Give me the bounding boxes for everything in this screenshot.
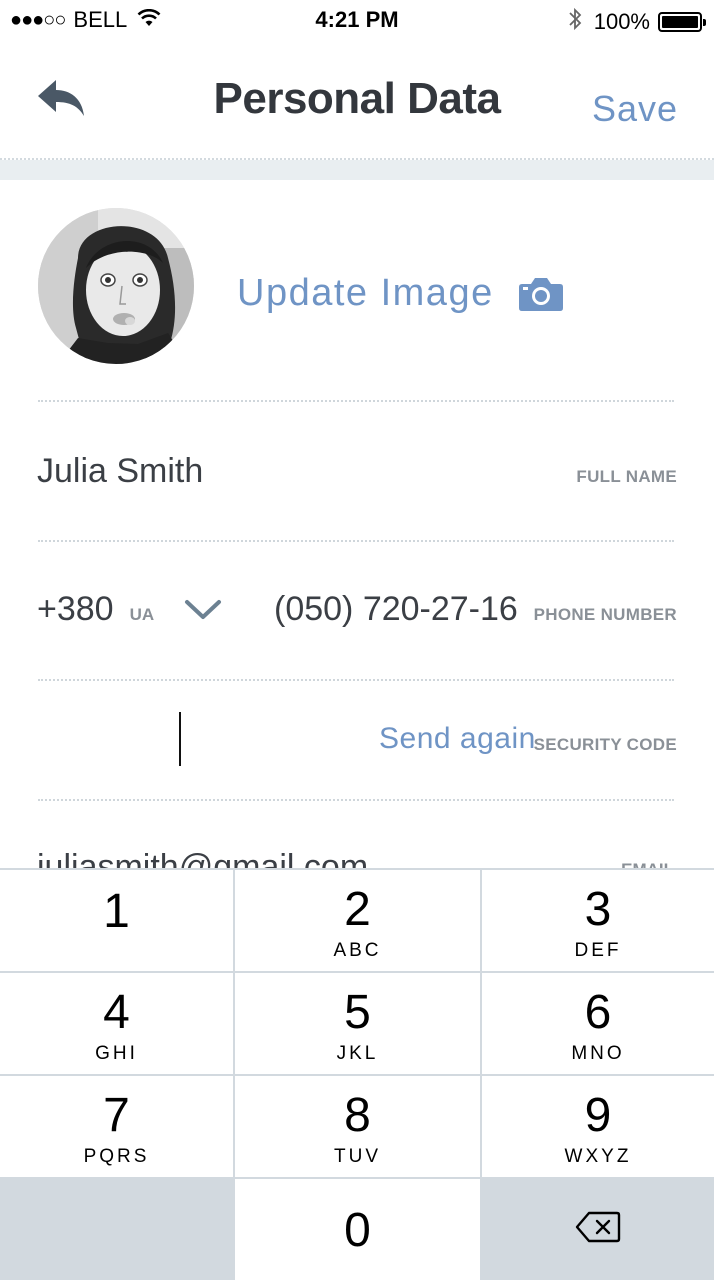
key-4-letters: GHI xyxy=(95,1043,138,1064)
key-3-digit: 3 xyxy=(584,883,612,936)
carrier-name: BELL xyxy=(73,7,128,32)
backspace-icon xyxy=(575,1211,621,1248)
full-name-label: FULL NAME xyxy=(576,467,677,486)
numeric-keypad: 1 2 ABC 3 DEF 4 GHI 5 JKL 6 MNO 7 PQRS 8… xyxy=(0,868,714,1280)
country-iso: UA xyxy=(129,605,155,624)
update-image-button[interactable]: Update Image xyxy=(237,272,564,315)
key-9-digit: 9 xyxy=(584,1089,612,1142)
key-7-digit: 7 xyxy=(103,1089,130,1142)
key-3-letters: DEF xyxy=(574,940,622,961)
back-arrow-icon[interactable] xyxy=(34,78,90,124)
key-1[interactable]: 1 xyxy=(0,870,233,971)
status-bar: ●●●○○ BELL 4:21 PM 100% xyxy=(0,0,714,40)
carrier-info: ●●●○○ BELL xyxy=(10,7,161,33)
status-right: 100% xyxy=(568,7,706,37)
key-2-digit: 2 xyxy=(344,883,371,936)
key-8-letters: TUV xyxy=(334,1146,381,1167)
avatar[interactable] xyxy=(38,208,194,364)
country-code-selector[interactable]: +380 UA xyxy=(37,590,154,629)
key-0-digit: 0 xyxy=(344,1204,371,1257)
bluetooth-icon xyxy=(568,7,582,37)
send-again-link[interactable]: Send again xyxy=(379,722,536,756)
key-5-letters: JKL xyxy=(336,1043,379,1064)
navigation-bar: Personal Data Save xyxy=(0,40,714,160)
security-code-input[interactable] xyxy=(38,700,358,780)
delete-key[interactable] xyxy=(482,1179,714,1280)
chevron-down-icon[interactable] xyxy=(184,598,222,622)
key-4-digit: 4 xyxy=(103,986,130,1039)
key-5-digit: 5 xyxy=(344,986,371,1039)
divider xyxy=(38,799,674,801)
update-image-label: Update Image xyxy=(237,272,494,314)
divider xyxy=(38,679,674,681)
keypad-blank-key xyxy=(0,1179,233,1280)
security-code-label: SECURITY CODE xyxy=(533,735,677,754)
phone-number-label: PHONE NUMBER xyxy=(533,605,677,624)
battery-icon xyxy=(658,12,706,32)
key-9[interactable]: 9 WXYZ xyxy=(482,1076,714,1177)
camera-icon xyxy=(518,276,564,312)
key-6[interactable]: 6 MNO xyxy=(482,973,714,1074)
text-caret xyxy=(179,712,181,766)
key-2[interactable]: 2 ABC xyxy=(235,870,480,971)
key-5[interactable]: 5 JKL xyxy=(235,973,480,1074)
key-8-digit: 8 xyxy=(344,1089,371,1142)
key-0[interactable]: 0 xyxy=(235,1179,480,1280)
key-8[interactable]: 8 TUV xyxy=(235,1076,480,1177)
full-name-field[interactable]: Julia Smith xyxy=(37,452,203,491)
country-code: +380 xyxy=(37,590,114,628)
divider xyxy=(38,540,674,542)
key-3[interactable]: 3 DEF xyxy=(482,870,714,971)
divider xyxy=(38,400,674,402)
key-9-letters: WXYZ xyxy=(564,1146,632,1167)
key-6-letters: MNO xyxy=(571,1043,625,1064)
section-spacer xyxy=(0,160,714,180)
battery-percent: 100% xyxy=(593,9,650,34)
save-button[interactable]: Save xyxy=(592,88,678,130)
key-4[interactable]: 4 GHI xyxy=(0,973,233,1074)
key-7-letters: PQRS xyxy=(83,1146,150,1167)
key-7[interactable]: 7 PQRS xyxy=(0,1076,233,1177)
signal-strength: ●●●○○ xyxy=(10,8,66,31)
key-1-digit: 1 xyxy=(103,885,130,938)
wifi-icon xyxy=(137,7,161,33)
key-2-letters: ABC xyxy=(333,940,382,961)
key-6-digit: 6 xyxy=(584,986,612,1039)
avatar-photo xyxy=(38,208,194,364)
phone-number-field[interactable]: (050) 720-27-16 xyxy=(274,590,518,629)
